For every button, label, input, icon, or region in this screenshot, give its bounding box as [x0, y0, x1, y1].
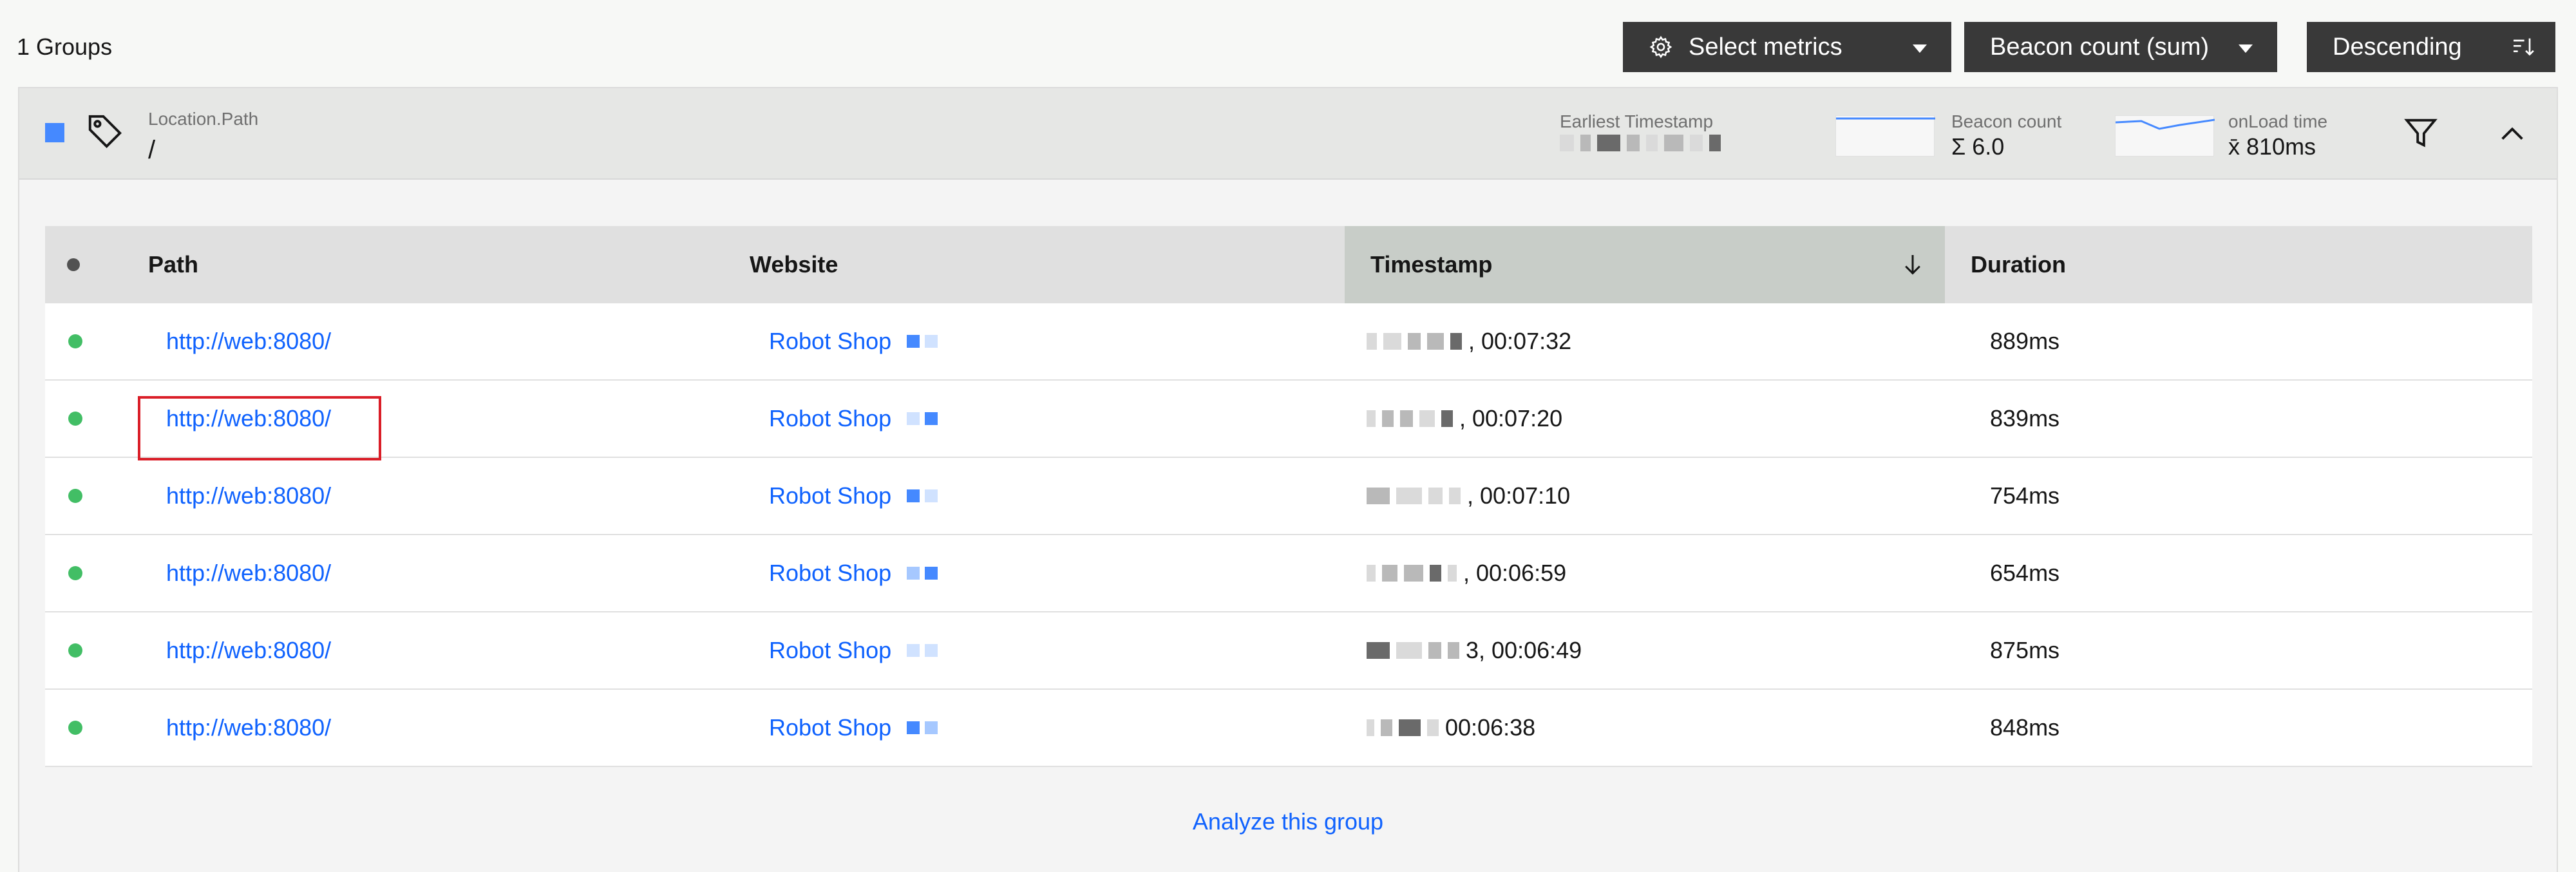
- website-link[interactable]: Robot Shop: [769, 690, 938, 766]
- status-column-header: [67, 226, 80, 303]
- traces-table: Path Website Timestamp Duration http://w…: [45, 226, 2532, 767]
- website-link[interactable]: Robot Shop: [769, 381, 938, 457]
- onload-time-label: onLoad time: [2228, 111, 2328, 131]
- timestamp-cell: , 00:07:10: [1367, 458, 1570, 534]
- onload-time-value: x̄ 810ms: [2228, 133, 2316, 160]
- timestamp-time: , 00:07:10: [1467, 482, 1571, 509]
- duration-cell: 654ms: [1990, 560, 2060, 586]
- website-name: Robot Shop: [769, 714, 892, 741]
- status-dot: [68, 690, 82, 766]
- path-link[interactable]: http://web:8080/: [166, 458, 331, 534]
- caret-down-icon: [2239, 44, 2253, 53]
- analyze-group-link[interactable]: Analyze this group: [19, 808, 2557, 835]
- path-link[interactable]: http://web:8080/: [166, 690, 331, 766]
- location-path-value: /: [148, 136, 156, 164]
- tag-icon: [85, 111, 125, 155]
- sort-order-button[interactable]: Descending: [2307, 22, 2555, 72]
- website-link[interactable]: Robot Shop: [769, 612, 938, 688]
- select-metrics-button[interactable]: Select metrics: [1623, 22, 1951, 72]
- path-link[interactable]: http://web:8080/: [166, 535, 331, 611]
- chevron-up-icon[interactable]: [2497, 119, 2527, 152]
- timestamp-header-label: Timestamp: [1370, 251, 1493, 278]
- groups-count: 1 Groups: [17, 33, 113, 60]
- website-id: [907, 489, 938, 502]
- beacon-count-label: Beacon count: [1951, 111, 2062, 131]
- website-name: Robot Shop: [769, 560, 892, 586]
- beacon-count-dropdown-label: Beacon count (sum): [1990, 33, 2210, 61]
- website-name: Robot Shop: [769, 637, 892, 663]
- table-row[interactable]: http://web:8080/ Robot Shop , 00:07:10 7…: [45, 458, 2532, 535]
- status-dot: [68, 612, 82, 688]
- timestamp-time: , 00:07:32: [1468, 328, 1572, 354]
- gear-icon: [1649, 35, 1673, 59]
- timestamp-time: , 00:07:20: [1459, 405, 1563, 431]
- arrow-down-icon: [1900, 252, 1926, 278]
- website-link[interactable]: Robot Shop: [769, 458, 938, 534]
- website-id: [907, 567, 938, 580]
- earliest-timestamp-value: [1560, 135, 1721, 151]
- caret-down-icon: [1913, 44, 1927, 53]
- website-name: Robot Shop: [769, 482, 892, 509]
- status-dot: [68, 535, 82, 611]
- status-dot: [68, 381, 82, 457]
- location-path-label: Location.Path: [148, 109, 259, 129]
- beacon-count-dropdown[interactable]: Beacon count (sum): [1964, 22, 2277, 72]
- website-id: [907, 644, 938, 657]
- status-dot: [68, 303, 82, 379]
- group-header: Location.Path / Earliest Timestamp Beaco…: [19, 88, 2557, 180]
- path-link[interactable]: http://web:8080/: [166, 612, 331, 688]
- select-metrics-label: Select metrics: [1689, 33, 1842, 61]
- table-header: Path Website Timestamp Duration: [45, 226, 2532, 303]
- path-link[interactable]: http://web:8080/: [166, 381, 331, 457]
- timestamp-cell: , 00:07:20: [1367, 381, 1562, 457]
- website-name: Robot Shop: [769, 328, 892, 354]
- earliest-timestamp-label: Earliest Timestamp: [1560, 111, 1714, 131]
- column-header-website[interactable]: Website: [750, 226, 838, 303]
- column-header-duration[interactable]: Duration: [1971, 226, 2066, 303]
- duration-cell: 848ms: [1990, 714, 2060, 741]
- timestamp-cell: , 00:06:59: [1367, 535, 1566, 611]
- website-id: [907, 412, 938, 425]
- filter-icon[interactable]: [2402, 114, 2439, 155]
- website-link[interactable]: Robot Shop: [769, 535, 938, 611]
- table-row[interactable]: http://web:8080/ Robot Shop , 00:06:59 6…: [45, 535, 2532, 612]
- timestamp-time: 3, 00:06:49: [1466, 637, 1582, 663]
- website-id: [907, 335, 938, 348]
- duration-cell: 875ms: [1990, 637, 2060, 663]
- column-header-timestamp[interactable]: Timestamp: [1345, 226, 1945, 303]
- website-name: Robot Shop: [769, 405, 892, 431]
- status-dot: [68, 458, 82, 534]
- timestamp-cell: 3, 00:06:49: [1367, 612, 1582, 688]
- table-row[interactable]: http://web:8080/ Robot Shop 3, 00:06:49 …: [45, 612, 2532, 690]
- timestamp-time: , 00:06:59: [1463, 560, 1567, 586]
- sort-icon: [2510, 34, 2536, 60]
- duration-cell: 754ms: [1990, 482, 2060, 509]
- column-header-path[interactable]: Path: [148, 226, 198, 303]
- group-color-swatch: [45, 123, 64, 142]
- table-row[interactable]: http://web:8080/ Robot Shop , 00:07:20 8…: [45, 381, 2532, 458]
- onload-time-sparkline: [2115, 115, 2215, 156]
- website-link[interactable]: Robot Shop: [769, 303, 938, 379]
- duration-cell: 889ms: [1990, 328, 2060, 354]
- group-panel: Location.Path / Earliest Timestamp Beaco…: [18, 87, 2558, 872]
- timestamp-cell: 00:06:38: [1367, 690, 1535, 766]
- duration-cell: 839ms: [1990, 405, 2060, 431]
- path-link[interactable]: http://web:8080/: [166, 303, 331, 379]
- timestamp-cell: , 00:07:32: [1367, 303, 1571, 379]
- sort-order-label: Descending: [2333, 33, 2462, 61]
- table-row[interactable]: http://web:8080/ Robot Shop 00:06:38 848…: [45, 690, 2532, 767]
- timestamp-time: 00:06:38: [1445, 714, 1536, 741]
- website-id: [907, 721, 938, 734]
- beacon-count-sparkline: [1835, 115, 1935, 156]
- beacon-count-value: Σ 6.0: [1951, 133, 2005, 160]
- table-row[interactable]: http://web:8080/ Robot Shop , 00:07:32 8…: [45, 303, 2532, 381]
